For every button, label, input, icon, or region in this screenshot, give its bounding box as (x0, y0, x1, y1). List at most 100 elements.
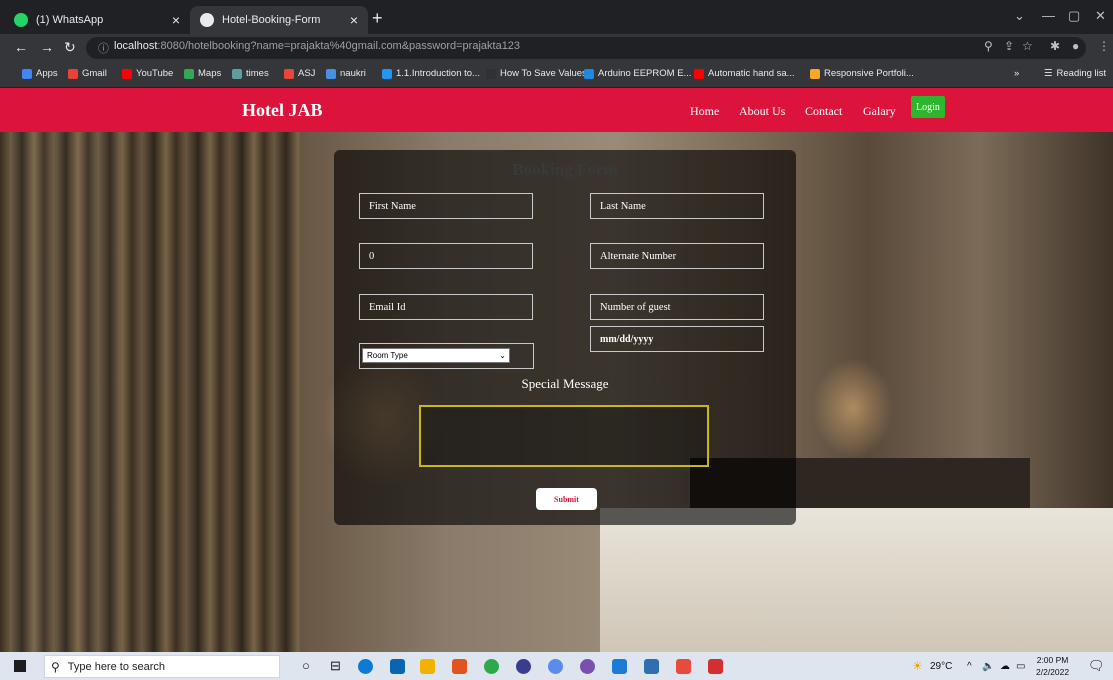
guests-field[interactable]: Number of guest (590, 294, 764, 320)
r-icon (584, 68, 594, 79)
maximize-icon[interactable]: ▢ (1068, 8, 1080, 24)
url-text[interactable]: localhost:8080/hotelbooking?name=prajakt… (114, 40, 520, 52)
minimize-icon[interactable]: — (1042, 8, 1055, 23)
bookmark-label: naukri (340, 68, 366, 79)
curtain-image (0, 128, 300, 652)
room-type-select[interactable]: Room Type ⌄ (362, 348, 510, 363)
bookmark-label: How To Save Values... (500, 68, 595, 79)
windows-start-icon[interactable] (14, 660, 26, 672)
app-icon[interactable] (516, 659, 531, 674)
back-icon[interactable]: ← (14, 39, 28, 55)
eclipse-icon[interactable] (580, 659, 595, 674)
info-icon[interactable]: ⓘ (98, 40, 109, 56)
chrome-icon[interactable] (484, 659, 499, 674)
close-icon[interactable]: × (350, 12, 358, 28)
bookmark-times[interactable]: times (232, 68, 269, 79)
reload-icon[interactable]: ↻ (64, 39, 76, 56)
chevron-down-icon: ⌄ (499, 351, 506, 360)
more-bookmarks-icon[interactable]: » (1014, 68, 1019, 79)
office-icon[interactable] (452, 659, 467, 674)
submit-button[interactable]: Submit (536, 488, 597, 510)
form-title: Booking Form (512, 160, 618, 179)
bookmark-apps[interactable]: Apps (22, 68, 58, 79)
share-icon[interactable]: ⇪ (1004, 39, 1014, 53)
nav-home[interactable]: Home (690, 104, 719, 119)
special-message-label: Special Message (521, 376, 609, 391)
nav-about-us[interactable]: About Us (739, 104, 785, 119)
naukri-icon (326, 68, 336, 79)
bookmark-automatic-hand[interactable]: Automatic hand sa... (694, 68, 795, 79)
acrobat-icon[interactable] (708, 659, 723, 674)
bookmark-label: YouTube (136, 68, 174, 79)
mail-icon[interactable] (390, 659, 405, 674)
extensions-icon[interactable]: ✱ (1050, 39, 1060, 53)
bookmark-icon (486, 68, 496, 79)
forward-icon[interactable]: → (40, 39, 54, 55)
tab-whatsapp[interactable]: (1) WhatsApp × (4, 6, 190, 34)
search-icon: ⚲ (51, 659, 60, 674)
star-icon[interactable]: ☆ (1022, 39, 1033, 53)
url-host: localhost (114, 40, 158, 52)
youtube-icon (694, 68, 704, 79)
email-field[interactable]: Email Id (359, 294, 533, 320)
bookmark-label: Automatic hand sa... (708, 68, 795, 79)
bookmark-label: Arduino EEPROM E... (598, 68, 692, 79)
menu-icon[interactable]: ⋮ (1098, 39, 1110, 53)
edge-icon[interactable] (358, 659, 373, 674)
special-message-textarea[interactable] (419, 405, 709, 467)
bookmark-save-values[interactable]: How To Save Values... (486, 68, 595, 79)
bookmark-arduino[interactable]: Arduino EEPROM E... (584, 68, 691, 79)
bookmark-gmail[interactable]: Gmail (68, 68, 107, 79)
file-explorer-icon[interactable] (420, 659, 435, 674)
weather-temperature[interactable]: 29°C (930, 661, 952, 672)
bookmark-label: ASJ (298, 68, 316, 79)
whatsapp-icon (14, 13, 28, 27)
task-view-icon[interactable]: ⊟ (330, 658, 341, 674)
login-button[interactable]: Login (911, 96, 945, 118)
alternate-number-field[interactable]: Alternate Number (590, 243, 764, 269)
onedrive-icon[interactable]: ☁ (1000, 661, 1010, 672)
reading-list-button[interactable]: ☰ Reading list (1044, 68, 1106, 79)
globe-icon (200, 13, 214, 27)
first-name-field[interactable]: First Name (359, 193, 533, 219)
site-brand[interactable]: Hotel JAB (242, 100, 323, 121)
bookmark-responsive-portfolio[interactable]: Responsive Portfoli... (810, 68, 914, 79)
clock[interactable]: 2:00 PM 2/2/2022 (1036, 654, 1069, 678)
clock-time: 2:00 PM (1036, 655, 1069, 665)
cortana-icon[interactable]: ○ (302, 658, 310, 673)
bookmark-introduction[interactable]: 1.1.Introduction to... (382, 68, 480, 79)
date-field[interactable]: mm/dd/yyyy (590, 326, 764, 352)
bookmark-youtube[interactable]: YouTube (122, 68, 173, 79)
avatar[interactable]: ● (1072, 39, 1079, 53)
tab-title: (1) WhatsApp (36, 14, 104, 26)
nav-contact[interactable]: Contact (805, 104, 842, 119)
bookmark-maps[interactable]: Maps (184, 68, 221, 79)
plus-icon[interactable]: + (372, 8, 383, 29)
phone-field[interactable]: 0 (359, 243, 533, 269)
apps-icon (22, 68, 32, 79)
vscode-icon[interactable] (612, 659, 627, 674)
zoom-icon[interactable]: ⚲ (984, 39, 993, 53)
tab-hotel-booking-form[interactable]: Hotel-Booking-Form × (190, 6, 368, 34)
bookmark-asj[interactable]: ASJ (284, 68, 315, 79)
last-name-field[interactable]: Last Name (590, 193, 764, 219)
volume-icon[interactable]: 🔈 (982, 661, 994, 672)
close-icon[interactable]: × (172, 12, 180, 28)
tab-title: Hotel-Booking-Form (222, 14, 321, 26)
sts-icon[interactable] (644, 659, 659, 674)
taskbar-search[interactable]: ⚲ Type here to search (44, 655, 280, 678)
nav-galary[interactable]: Galary (863, 104, 896, 119)
anydesk-icon[interactable] (676, 659, 691, 674)
bed-image (600, 508, 1113, 652)
browser-tab-strip: (1) WhatsApp × Hotel-Booking-Form × + ⌄ … (0, 0, 1113, 34)
chevron-up-icon[interactable]: ^ (967, 661, 972, 672)
reading-list-label: Reading list (1056, 68, 1107, 79)
weather-icon[interactable]: ☀ (912, 659, 923, 673)
chrome-profile-icon[interactable] (548, 659, 563, 674)
search-placeholder: Type here to search (67, 660, 166, 673)
chevron-down-icon[interactable]: ⌄ (1014, 8, 1025, 24)
notifications-icon[interactable]: 🗨 (1088, 658, 1105, 674)
bookmark-naukri[interactable]: naukri (326, 68, 366, 79)
window-close-icon[interactable]: ✕ (1095, 8, 1106, 24)
network-icon[interactable]: ▭ (1016, 661, 1025, 672)
